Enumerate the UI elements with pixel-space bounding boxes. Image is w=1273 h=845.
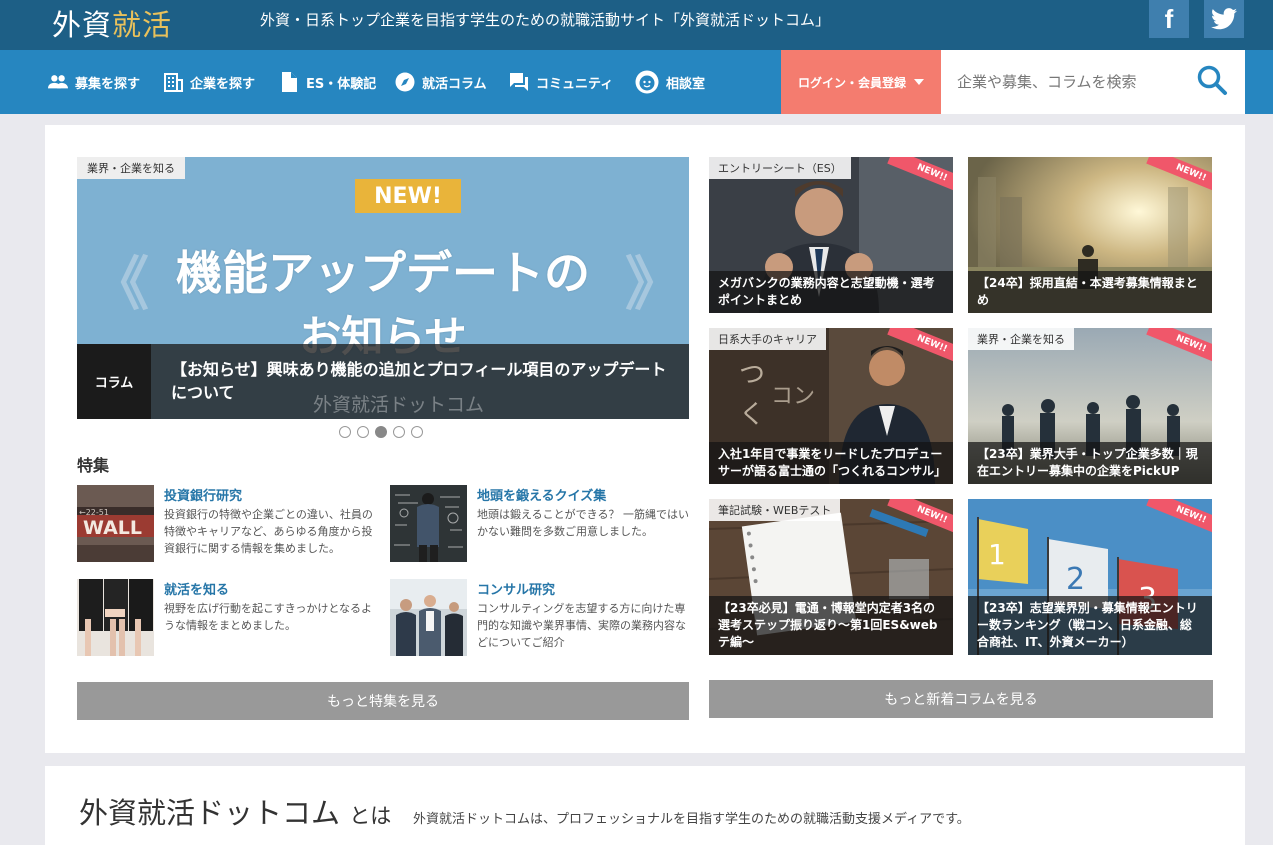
svg-text:2: 2 xyxy=(1066,562,1085,597)
nav-label: 相談室 xyxy=(666,76,706,92)
feature-desc: 投資銀行の特徴や企業ごとの違い、社員の特徴やキャリアなど、あらゆる角度から投資銀… xyxy=(164,508,373,555)
compass-icon xyxy=(395,72,415,92)
people-icon xyxy=(48,72,68,92)
nav-label: コミュニティ xyxy=(536,76,614,92)
column-tile[interactable]: つくコン 日系大手のキャリア NEW!! 入社1年目で事業をリードしたプロデュー… xyxy=(709,328,953,484)
column-tile[interactable]: 123 NEW!! 【23卒】志望業界別・募集情報エントリー数ランキング（戦コン… xyxy=(968,499,1212,655)
nav-item-column[interactable]: 就活コラム xyxy=(395,50,487,114)
svg-text:コン: コン xyxy=(771,384,815,409)
feature-item[interactable]: 地頭を鍛えるクイズ集 地頭は鍛えることができる？ 一筋縄ではいかない難問を多数ご… xyxy=(390,485,690,563)
building-icon xyxy=(163,72,183,92)
column-title[interactable]: 【23卒】志望業界別・募集情報エントリー数ランキング（戦コン、日系金融、総合商社… xyxy=(968,596,1212,655)
search-input[interactable] xyxy=(941,50,1191,114)
more-columns-button[interactable]: もっと新着コラムを見る xyxy=(709,680,1213,718)
nav-item-es[interactable]: ES・体験記 xyxy=(279,50,376,114)
column-category[interactable]: 業界・企業を知る xyxy=(968,328,1074,350)
column-title[interactable]: メガバンクの業務内容と志望動機・選考ポイントまとめ xyxy=(709,271,953,313)
feature-thumbnail[interactable]: WALL ←22-51 xyxy=(77,485,154,562)
logo-accent-text: 就活 xyxy=(112,8,173,42)
column-tile[interactable]: 業界・企業を知る NEW!! 【23卒】業界大手・トップ企業多数｜現在エントリー… xyxy=(968,328,1212,484)
feature-title[interactable]: 地頭を鍛えるクイズ集 xyxy=(477,485,606,504)
nav-label: 募集を探す xyxy=(75,76,141,92)
chat-icon xyxy=(509,72,529,92)
about-text: 外資就活ドットコムは、プロフェッショナルを目指す学生のための就職活動支援メディア… xyxy=(413,812,970,827)
nav-item-community[interactable]: コミュニティ xyxy=(509,50,613,114)
feature-title[interactable]: コンサル研究 xyxy=(477,579,555,598)
slider-dot[interactable] xyxy=(339,426,351,438)
search-icon[interactable] xyxy=(1196,64,1232,100)
twitter-icon[interactable] xyxy=(1204,0,1244,38)
facebook-glyph: f xyxy=(1164,3,1174,34)
document-icon xyxy=(279,72,299,92)
new-badge: NEW! xyxy=(355,179,461,213)
slider-dot[interactable] xyxy=(357,426,369,438)
feature-title[interactable]: 就活を知る xyxy=(164,579,229,598)
hero-slider[interactable]: 業界・企業を知る NEW! 《 》 機能アップデートの お知らせ コラム 【お知… xyxy=(77,157,689,419)
svg-text:1: 1 xyxy=(988,538,1006,571)
twitter-bird-icon xyxy=(1211,8,1237,30)
feature-thumbnail[interactable] xyxy=(390,485,467,562)
feature-item[interactable]: WALL ←22-51 投資銀行研究 投資銀行の特徴や企業ごとの違い、社員の特徴や… xyxy=(77,485,377,563)
column-category[interactable]: 日系大手のキャリア xyxy=(709,328,826,350)
slider-dots xyxy=(339,426,423,438)
about-title-main: 外資就活ドットコム xyxy=(79,796,341,830)
feature-desc: コンサルティングを志望する方に向けた専門的な知識や業界事情、実際の業務内容などに… xyxy=(477,602,686,649)
logo-text: 外資 xyxy=(52,8,113,42)
nav-label: 就活コラム xyxy=(422,76,487,92)
about-title: 外資就活ドットコム とは xyxy=(79,790,391,832)
caption-tag: コラム xyxy=(77,344,151,419)
slider-dot-active[interactable] xyxy=(375,426,387,438)
column-title[interactable]: 【24卒】採用直結・本選考募集情報まとめ xyxy=(968,271,1212,313)
feature-desc: 視野を広げ行動を起こすきっかけとなるような情報をまとめました。 xyxy=(164,602,373,632)
column-title[interactable]: 【23卒】業界大手・トップ企業多数｜現在エントリー募集中の企業をPickUP xyxy=(968,442,1212,484)
nav-item-companies[interactable]: 企業を探す xyxy=(163,50,255,114)
column-tile[interactable]: 筆記試験・WEBテスト NEW!! 【23卒必見】電通・博報堂内定者3名の選考ス… xyxy=(709,499,953,655)
login-label: ログイン・会員登録 xyxy=(797,75,906,90)
svg-text:つ: つ xyxy=(739,360,765,390)
slider-dot[interactable] xyxy=(393,426,405,438)
slider-headline-1: 機能アップデートの xyxy=(176,246,590,300)
slider-category[interactable]: 業界・企業を知る xyxy=(77,157,185,179)
top-header: 外資就活 外資・日系トップ企業を目指す学生のための就職活動サイト「外資就活ドット… xyxy=(0,0,1273,50)
column-tile[interactable]: エントリーシート（ES） NEW!! メガバンクの業務内容と志望動機・選考ポイン… xyxy=(709,157,953,313)
feature-thumbnail[interactable] xyxy=(390,579,467,656)
nav-label: ES・体験記 xyxy=(306,76,377,92)
face-icon xyxy=(635,70,659,94)
feature-thumbnail[interactable] xyxy=(77,579,154,656)
features-heading: 特集 xyxy=(77,456,110,475)
column-title[interactable]: 入社1年目で事業をリードしたプロデューサーが語る富士通の「つくれるコンサル」 xyxy=(709,442,953,484)
feature-item[interactable]: 就活を知る 視野を広げ行動を起こすきっかけとなるような情報をまとめました。 xyxy=(77,579,377,657)
more-features-button[interactable]: もっと特集を見る xyxy=(77,682,689,720)
slider-watermark: 外資就活ドットコム xyxy=(313,394,485,416)
caret-down-icon xyxy=(914,79,924,85)
site-tagline: 外資・日系トップ企業を目指す学生のための就職活動サイト「外資就活ドットコム」 xyxy=(260,11,831,29)
column-category[interactable]: 筆記試験・WEBテスト xyxy=(709,499,841,521)
svg-text:←22-51: ←22-51 xyxy=(79,508,109,517)
search-bar xyxy=(941,50,1245,114)
nav-label: 企業を探す xyxy=(190,76,256,92)
feature-desc: 地頭は鍛えることができる？ 一筋縄ではいかない難問を多数ご用意しました。 xyxy=(477,508,689,538)
feature-item[interactable]: コンサル研究 コンサルティングを志望する方に向けた専門的な知識や業界事情、実際の… xyxy=(390,579,690,657)
column-title[interactable]: 【23卒必見】電通・博報堂内定者3名の選考ステップ振り返り〜第1回ES&webテ… xyxy=(709,596,953,655)
nav-item-consult[interactable]: 相談室 xyxy=(635,50,705,114)
site-logo[interactable]: 外資就活 xyxy=(52,2,172,44)
slider-dot[interactable] xyxy=(411,426,423,438)
facebook-icon[interactable]: f xyxy=(1149,0,1189,38)
column-category[interactable]: エントリーシート（ES） xyxy=(709,157,851,179)
svg-text:WALL: WALL xyxy=(83,517,142,539)
login-register-button[interactable]: ログイン・会員登録 xyxy=(781,50,941,114)
nav-item-recruit[interactable]: 募集を探す xyxy=(48,50,140,114)
feature-title[interactable]: 投資銀行研究 xyxy=(164,485,242,504)
svg-text:く: く xyxy=(739,400,765,430)
column-tile[interactable]: NEW!! 【24卒】採用直結・本選考募集情報まとめ xyxy=(968,157,1212,313)
about-title-suffix: とは xyxy=(349,804,392,828)
